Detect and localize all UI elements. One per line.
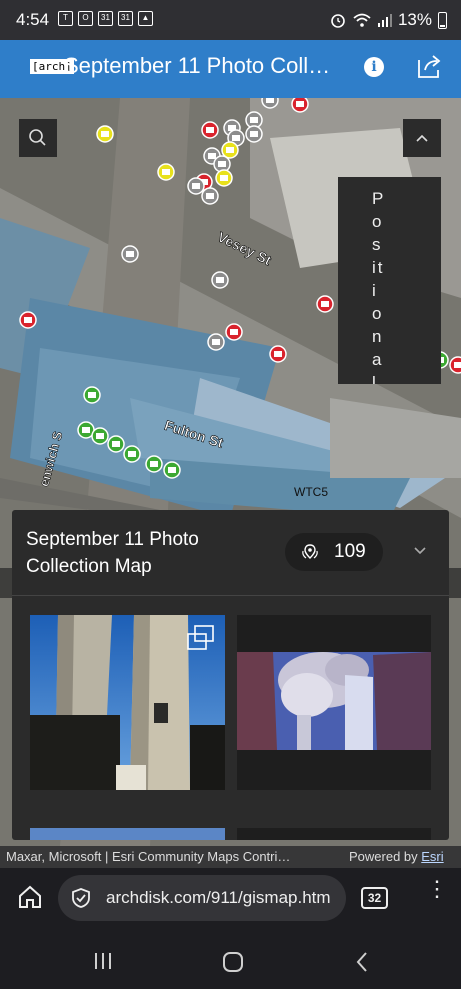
feature-count-badge[interactable]: 109 bbox=[285, 533, 383, 571]
teams-icon: T bbox=[58, 11, 73, 26]
camera-icon bbox=[168, 467, 176, 473]
photo-3-image bbox=[30, 828, 225, 840]
card-header: September 11 Photo Collection Map 109 bbox=[12, 510, 449, 596]
camera-icon bbox=[206, 127, 214, 133]
status-right: 13% bbox=[330, 10, 447, 30]
system-navigation-bar bbox=[0, 930, 461, 989]
photo-thumbnail-3[interactable] bbox=[30, 828, 225, 840]
camera-icon bbox=[128, 451, 136, 457]
search-icon bbox=[29, 129, 46, 146]
gallery-icon: ▲ bbox=[138, 11, 153, 26]
expand-icon[interactable] bbox=[186, 624, 216, 652]
feature-count: 109 bbox=[334, 541, 366, 562]
camera-icon bbox=[296, 101, 304, 107]
wifi-icon bbox=[353, 13, 371, 27]
camera-icon bbox=[454, 362, 461, 368]
home-icon[interactable] bbox=[17, 884, 43, 910]
map-attribution: Maxar, Microsoft | Esri Community Maps C… bbox=[0, 846, 461, 868]
page-title: September 11 Photo Coll… bbox=[64, 53, 331, 78]
location-pin-icon bbox=[302, 544, 318, 559]
share-icon[interactable] bbox=[415, 52, 443, 80]
alarm-icon bbox=[331, 14, 345, 28]
attribution-text: Maxar, Microsoft | Esri Community Maps C… bbox=[6, 849, 291, 864]
camera-icon bbox=[88, 392, 96, 398]
camera-icon bbox=[24, 317, 32, 323]
photo-thumbnail-4[interactable] bbox=[237, 828, 431, 840]
battery-icon bbox=[438, 11, 447, 29]
address-bar[interactable]: archdisk.com/911/gismap.htm bbox=[58, 875, 346, 921]
outlook-icon: O bbox=[78, 11, 93, 26]
home-nav-button[interactable] bbox=[223, 952, 243, 972]
camera-icon bbox=[192, 183, 200, 189]
url-text: archdisk.com/911/gismap.htm bbox=[106, 888, 331, 907]
camera-icon bbox=[220, 175, 228, 181]
building-label-wtc5: WTC5 bbox=[294, 485, 328, 499]
chevron-up-icon bbox=[416, 134, 428, 142]
status-bar: 4:54 T O 31 31 ▲ 13% bbox=[0, 0, 461, 40]
calendar-icon: 31 bbox=[118, 11, 133, 26]
camera-icon bbox=[112, 441, 120, 447]
camera-icon bbox=[126, 251, 134, 257]
photo-thumbnail-smoke[interactable] bbox=[237, 615, 431, 790]
recent-apps-icon[interactable] bbox=[93, 952, 113, 970]
esri-link[interactable]: Esri bbox=[421, 849, 443, 864]
card-title: September 11 Photo Collection Map bbox=[26, 529, 199, 577]
camera-icon bbox=[206, 193, 214, 199]
collapse-panel-button[interactable] bbox=[403, 119, 441, 157]
feature-card: September 11 Photo Collection Map 109 bbox=[12, 510, 449, 840]
tab-switcher-button[interactable]: 32 bbox=[361, 887, 388, 909]
info-button[interactable]: i bbox=[364, 57, 384, 77]
battery-percent: 13% bbox=[397, 10, 432, 29]
positional-panel-text: Positional C bbox=[372, 189, 386, 384]
camera-icon bbox=[218, 161, 226, 167]
shield-icon[interactable] bbox=[70, 887, 92, 909]
camera-icon bbox=[82, 427, 90, 433]
camera-icon bbox=[232, 135, 240, 141]
back-icon[interactable] bbox=[354, 951, 370, 973]
photo-thumbnail-twin-towers[interactable] bbox=[30, 615, 225, 790]
chevron-down-icon[interactable] bbox=[412, 542, 428, 558]
signal-icon bbox=[377, 14, 392, 27]
browser-toolbar: archdisk.com/911/gismap.htm 32 ⋮ bbox=[0, 868, 461, 930]
camera-icon bbox=[230, 329, 238, 335]
camera-icon bbox=[250, 131, 258, 137]
smoke-tower-photo bbox=[237, 652, 431, 750]
powered-by: Powered by Esri bbox=[349, 849, 444, 864]
camera-icon bbox=[162, 169, 170, 175]
camera-icon bbox=[208, 153, 216, 159]
calendar-icon: 31 bbox=[98, 11, 113, 26]
camera-icon bbox=[226, 147, 234, 153]
positional-panel[interactable]: Positional C bbox=[338, 177, 441, 384]
camera-icon bbox=[101, 131, 109, 137]
powered-by-label: Powered by bbox=[349, 849, 422, 864]
app-header: [arch] September 11 Photo Coll… i bbox=[0, 40, 461, 98]
map-search-button[interactable] bbox=[19, 119, 57, 157]
notification-icons: T O 31 31 ▲ bbox=[58, 11, 153, 26]
camera-icon bbox=[150, 461, 158, 467]
camera-icon bbox=[212, 339, 220, 345]
camera-icon bbox=[321, 301, 329, 307]
status-time: 4:54 bbox=[16, 10, 50, 29]
camera-icon bbox=[250, 117, 258, 123]
camera-icon bbox=[96, 433, 104, 439]
camera-icon bbox=[274, 351, 282, 357]
more-options-icon[interactable]: ⋮ bbox=[426, 878, 448, 912]
camera-icon bbox=[266, 98, 274, 103]
camera-icon bbox=[216, 277, 224, 283]
